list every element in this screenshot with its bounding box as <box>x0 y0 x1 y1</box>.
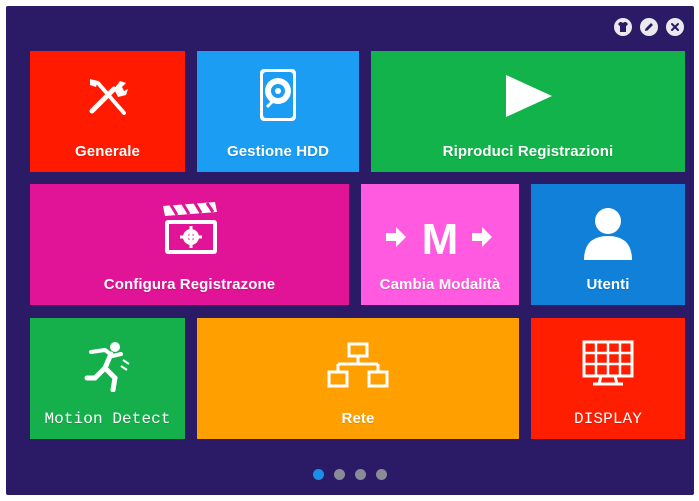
user-icon <box>584 208 632 260</box>
clapperboard-icon <box>162 202 217 254</box>
network-icon <box>327 342 389 388</box>
tile-label: Generale <box>74 143 140 160</box>
page-dot-3[interactable] <box>355 469 366 480</box>
tools-icon <box>89 79 128 115</box>
tile-label: Cambia Modalità <box>379 276 501 293</box>
main-menu-panel: Generale Gestione HDD Riproduci Registra… <box>6 6 694 495</box>
mode-switch-icon: M <box>386 215 492 260</box>
tile-label: Utenti <box>586 276 630 293</box>
tile-label: Motion Detect <box>44 410 171 428</box>
tile-motion-detect[interactable]: Motion Detect <box>30 318 185 439</box>
play-icon <box>506 75 552 117</box>
tile-label: Configura Registrazone <box>103 276 276 293</box>
hdd-icon <box>260 69 296 121</box>
tile-display[interactable]: DISPLAY <box>531 318 685 439</box>
tile-label: Gestione HDD <box>226 143 330 160</box>
tile-label: Riproduci Registrazioni <box>442 143 614 160</box>
close-icon[interactable] <box>666 18 684 36</box>
window-controls <box>614 18 684 36</box>
tile-cambia-modalita[interactable]: M Cambia Modalità <box>361 184 519 305</box>
tile-rete[interactable]: Rete <box>197 318 519 439</box>
tile-riproduci-registrazioni[interactable]: Riproduci Registrazioni <box>371 51 685 172</box>
running-man-icon <box>84 342 130 392</box>
edit-icon[interactable] <box>640 18 658 36</box>
page-dot-2[interactable] <box>334 469 345 480</box>
monitor-grid-icon <box>582 340 634 386</box>
skin-icon[interactable] <box>614 18 632 36</box>
mode-glyph: M <box>422 215 459 260</box>
tile-generale[interactable]: Generale <box>30 51 185 172</box>
tile-gestione-hdd[interactable]: Gestione HDD <box>197 51 359 172</box>
page-dot-1[interactable] <box>313 469 324 480</box>
tile-label: Rete <box>341 410 375 427</box>
tile-configura-registrazione[interactable]: Configura Registrazone <box>30 184 349 305</box>
tile-label: DISPLAY <box>574 410 642 428</box>
pagination <box>6 469 694 480</box>
tile-utenti[interactable]: Utenti <box>531 184 685 305</box>
page-dot-4[interactable] <box>376 469 387 480</box>
